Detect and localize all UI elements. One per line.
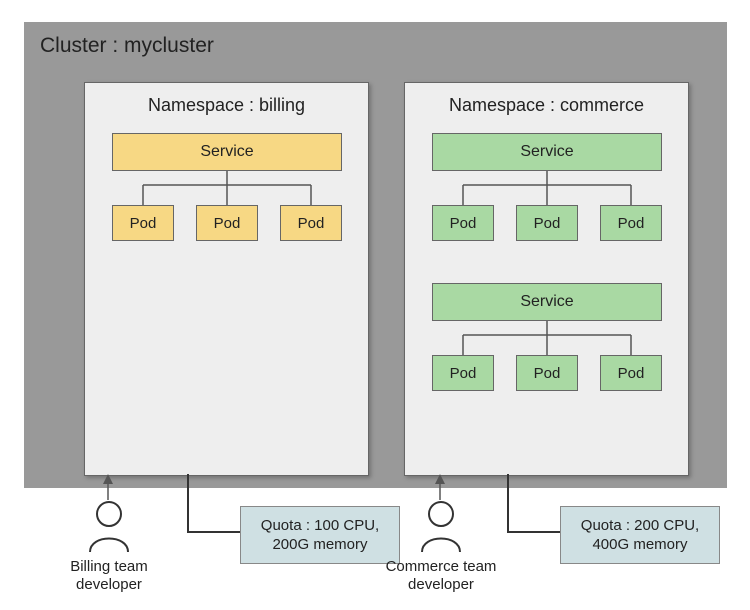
pod-box: Pod <box>516 205 578 241</box>
service-pod-connector <box>432 321 662 355</box>
person-icon <box>86 498 132 554</box>
service-pod-connector <box>432 171 662 205</box>
pod-box: Pod <box>516 355 578 391</box>
pod-box: Pod <box>280 205 342 241</box>
quota-box-billing: Quota : 100 CPU, 200G memory <box>240 506 400 564</box>
pods-row: Pod Pod Pod <box>432 205 662 241</box>
pod-box: Pod <box>112 205 174 241</box>
namespace-title: Namespace : billing <box>85 95 368 116</box>
cluster-box: Cluster : mycluster Namespace : billing … <box>24 22 727 488</box>
service-box: Service <box>432 133 662 171</box>
developer-label: Commerce team developer <box>376 558 506 594</box>
service-box: Service <box>432 283 662 321</box>
service-box: Service <box>112 133 342 171</box>
quota-box-commerce: Quota : 200 CPU, 400G memory <box>560 506 720 564</box>
service-group: Service Pod Pod Pod <box>112 133 342 241</box>
namespace-billing: Namespace : billing Service Pod Pod Pod <box>84 82 369 476</box>
namespace-title: Namespace : commerce <box>405 95 688 116</box>
pods-row: Pod Pod Pod <box>432 355 662 391</box>
developer-label: Billing team developer <box>44 558 174 594</box>
person-icon <box>418 498 464 554</box>
namespace-commerce: Namespace : commerce Service Pod Pod Pod… <box>404 82 689 476</box>
pod-box: Pod <box>600 355 662 391</box>
pod-box: Pod <box>600 205 662 241</box>
service-group: Service Pod Pod Pod <box>432 283 662 391</box>
cluster-title: Cluster : mycluster <box>40 34 214 58</box>
pod-box: Pod <box>432 355 494 391</box>
pod-box: Pod <box>432 205 494 241</box>
service-group: Service Pod Pod Pod <box>432 133 662 241</box>
service-pod-connector <box>112 171 342 205</box>
pods-row: Pod Pod Pod <box>112 205 342 241</box>
pod-box: Pod <box>196 205 258 241</box>
